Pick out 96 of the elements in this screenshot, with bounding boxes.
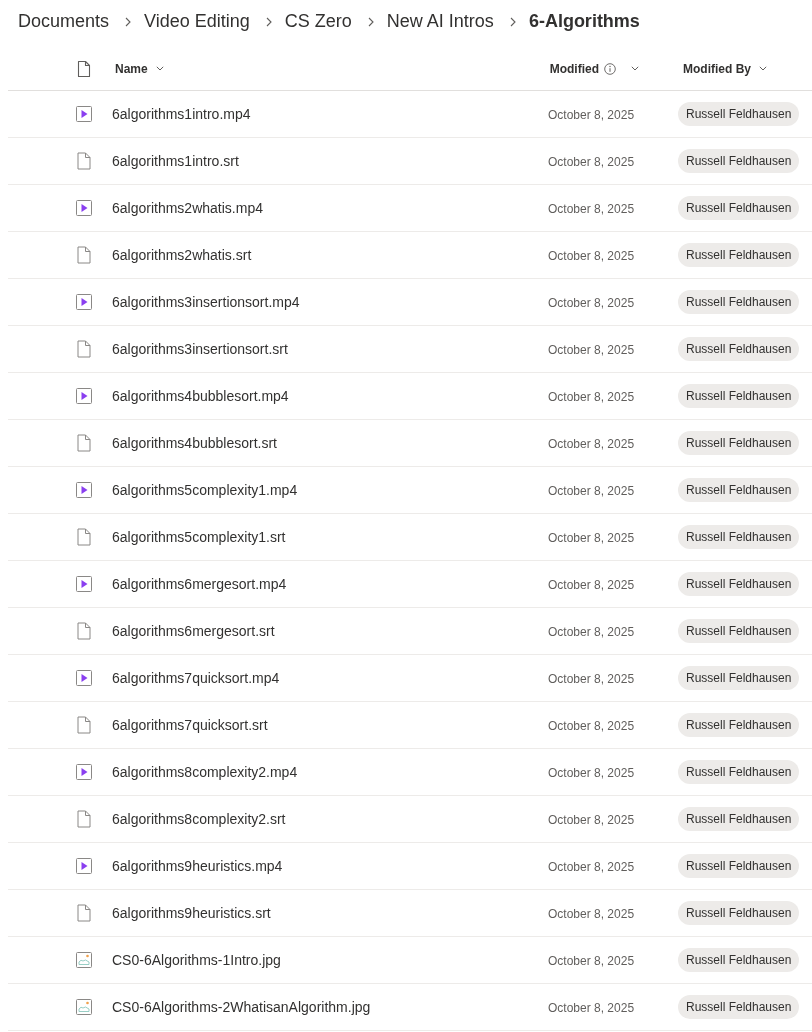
modified-date: October 8, 2025 — [548, 813, 635, 827]
modified-date: October 8, 2025 — [548, 578, 635, 592]
caret-icon — [631, 66, 639, 71]
modified-date: October 8, 2025 — [548, 531, 635, 545]
file-name-link[interactable]: 6algorithms9heuristics.mp4 — [112, 858, 283, 874]
document-icon — [77, 904, 91, 922]
document-icon — [77, 810, 91, 828]
person-chip[interactable]: Russell Feldhausen — [678, 243, 800, 267]
breadcrumb-link[interactable]: CS Zero — [284, 11, 352, 32]
modified-date: October 8, 2025 — [548, 390, 635, 404]
file-name-link[interactable]: CS0-6Algorithms-1Intro.jpg — [112, 952, 281, 968]
document-icon — [77, 59, 91, 78]
file-name-link[interactable]: 6algorithms2whatis.srt — [112, 247, 252, 263]
person-chip[interactable]: Russell Feldhausen — [678, 666, 800, 690]
modified-date: October 8, 2025 — [548, 1001, 635, 1015]
person-chip[interactable]: Russell Feldhausen — [678, 619, 800, 643]
file-name-link[interactable]: 6algorithms7quicksort.mp4 — [112, 670, 280, 686]
caret-icon — [155, 66, 164, 71]
file-name-link[interactable]: 6algorithms6mergesort.srt — [112, 623, 275, 639]
modified-date: October 8, 2025 — [548, 860, 635, 874]
person-chip[interactable]: Russell Feldhausen — [678, 196, 800, 220]
chevron-icon — [125, 16, 132, 27]
breadcrumb-link[interactable]: New AI Intros — [386, 11, 494, 32]
person-chip[interactable]: Russell Feldhausen — [678, 525, 800, 549]
person-chip[interactable]: Russell Feldhausen — [678, 478, 800, 502]
document-icon — [77, 622, 91, 640]
person-chip[interactable]: Russell Feldhausen — [678, 337, 800, 361]
file-name-link[interactable]: 6algorithms8complexity2.mp4 — [112, 764, 298, 780]
column-header[interactable]: Modified By — [683, 56, 767, 81]
file-name-link[interactable]: 6algorithms3insertionsort.srt — [112, 341, 288, 357]
file-name-link[interactable]: 6algorithms7quicksort.srt — [112, 717, 268, 733]
modified-date: October 8, 2025 — [548, 484, 635, 498]
caret-icon — [759, 66, 767, 71]
file-name-link[interactable]: 6algorithms1intro.srt — [112, 153, 239, 169]
file-name-link[interactable]: 6algorithms5complexity1.srt — [112, 529, 286, 545]
file-name-link[interactable]: 6algorithms4bubblesort.mp4 — [112, 388, 289, 404]
file-name-link[interactable]: 6algorithms4bubblesort.srt — [112, 435, 277, 451]
breadcrumb-link[interactable]: Documents — [18, 11, 110, 32]
modified-date: October 8, 2025 — [548, 343, 635, 357]
person-chip[interactable]: Russell Feldhausen — [678, 384, 800, 408]
person-chip[interactable]: Russell Feldhausen — [678, 995, 800, 1019]
file-name-link[interactable]: 6algorithms9heuristics.srt — [112, 905, 271, 921]
video-file-icon — [76, 106, 92, 122]
person-chip[interactable]: Russell Feldhausen — [678, 102, 800, 126]
person-chip[interactable]: Russell Feldhausen — [678, 948, 800, 972]
video-file-icon — [76, 670, 92, 686]
person-chip[interactable]: Russell Feldhausen — [678, 901, 800, 925]
document-icon — [77, 246, 91, 264]
person-chip[interactable]: Russell Feldhausen — [678, 572, 800, 596]
chevron-icon — [367, 16, 374, 27]
breadcrumb-link[interactable]: 6-Algorithms — [528, 11, 640, 32]
modified-date: October 8, 2025 — [548, 108, 635, 122]
document-icon — [77, 340, 91, 358]
chevron-icon — [265, 16, 272, 27]
video-file-icon — [76, 858, 92, 874]
video-file-icon — [76, 576, 92, 592]
modified-date: October 8, 2025 — [548, 296, 635, 310]
file-name-link[interactable]: 6algorithms5complexity1.mp4 — [112, 482, 298, 498]
person-chip[interactable]: Russell Feldhausen — [678, 854, 800, 878]
person-chip[interactable]: Russell Feldhausen — [678, 149, 800, 173]
person-chip[interactable]: Russell Feldhausen — [678, 290, 800, 314]
modified-date: October 8, 2025 — [548, 719, 635, 733]
person-chip[interactable]: Russell Feldhausen — [678, 431, 800, 455]
document-icon — [77, 434, 91, 452]
modified-date: October 8, 2025 — [548, 155, 635, 169]
modified-date: October 8, 2025 — [548, 249, 635, 263]
image-file-icon — [76, 999, 92, 1015]
column-header[interactable]: Modified — [549, 56, 639, 81]
chevron-icon — [509, 16, 516, 27]
person-chip[interactable]: Russell Feldhausen — [678, 807, 800, 831]
modified-date: October 8, 2025 — [548, 954, 635, 968]
person-chip[interactable]: Russell Feldhausen — [678, 713, 800, 737]
file-name-link[interactable]: 6algorithms1intro.mp4 — [112, 106, 251, 122]
modified-date: October 8, 2025 — [548, 766, 635, 780]
modified-date: October 8, 2025 — [548, 672, 635, 686]
document-icon — [77, 528, 91, 546]
person-chip[interactable]: Russell Feldhausen — [678, 760, 800, 784]
file-name-link[interactable]: 6algorithms2whatis.mp4 — [112, 200, 263, 216]
document-icon — [77, 716, 91, 734]
column-header[interactable]: Name — [115, 56, 164, 81]
image-file-icon — [76, 952, 92, 968]
modified-date: October 8, 2025 — [548, 437, 635, 451]
video-file-icon — [76, 294, 92, 310]
document-icon — [77, 152, 91, 170]
file-name-link[interactable]: 6algorithms6mergesort.mp4 — [112, 576, 287, 592]
modified-date: October 8, 2025 — [548, 907, 635, 921]
video-file-icon — [76, 764, 92, 780]
file-name-link[interactable]: 6algorithms3insertionsort.mp4 — [112, 294, 300, 310]
video-file-icon — [76, 482, 92, 498]
modified-date: October 8, 2025 — [548, 625, 635, 639]
video-file-icon — [76, 200, 92, 216]
breadcrumb-link[interactable]: Video Editing — [144, 11, 250, 32]
modified-date: October 8, 2025 — [548, 202, 635, 216]
file-name-link[interactable]: 6algorithms8complexity2.srt — [112, 811, 286, 827]
video-file-icon — [76, 388, 92, 404]
file-name-link[interactable]: CS0-6Algorithms-2WhatisanAlgorithm.jpg — [112, 999, 371, 1015]
